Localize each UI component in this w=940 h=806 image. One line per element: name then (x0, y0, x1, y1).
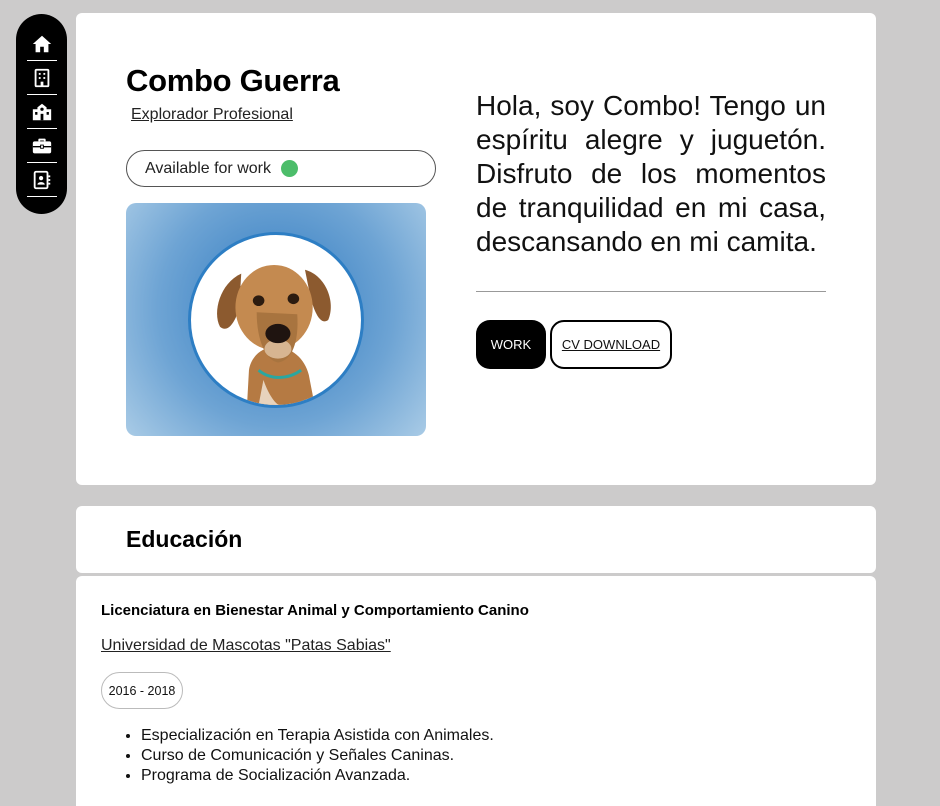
school-link[interactable]: Universidad de Mascotas "Patas Sabias" (101, 637, 391, 655)
list-item: Curso de Comunicación y Señales Caninas. (141, 746, 494, 766)
availability-badge: Available for work (126, 150, 436, 187)
profile-name: Combo Guerra (126, 63, 340, 98)
education-header-card: Educación (76, 506, 876, 573)
nav-contact[interactable] (26, 163, 57, 197)
years-badge: 2016 - 2018 (101, 672, 183, 709)
contact-book-icon (33, 170, 50, 189)
availability-label: Available for work (145, 159, 271, 177)
nav-work[interactable] (26, 129, 57, 163)
profile-role-link[interactable]: Explorador Profesional (131, 106, 293, 124)
nav-building[interactable] (26, 61, 57, 95)
nav-school[interactable] (26, 95, 57, 129)
school-icon (32, 103, 51, 120)
avatar (188, 231, 364, 408)
profile-card: Combo Guerra Explorador Profesional Avai… (76, 13, 876, 485)
education-highlights-list: Especialización en Terapia Asistida con … (121, 726, 494, 786)
building-icon (34, 68, 49, 87)
home-icon (32, 35, 51, 52)
education-entry-card: Licenciatura en Bienestar Animal y Compo… (76, 576, 876, 806)
sidebar-nav (16, 14, 67, 214)
dog-photo-image (217, 264, 331, 405)
list-item: Especialización en Terapia Asistida con … (141, 726, 494, 746)
education-title: Educación (126, 526, 243, 552)
profile-bio: Hola, soy Combo! Tengo un espíritu alegr… (476, 90, 826, 257)
nav-home[interactable] (26, 27, 57, 61)
work-button[interactable]: WORK (476, 320, 546, 369)
degree-title: Licenciatura en Bienestar Animal y Compo… (101, 602, 529, 619)
bio-divider (476, 291, 826, 292)
availability-dot-icon (280, 160, 298, 177)
briefcase-icon (32, 138, 51, 153)
profile-photo-frame (126, 203, 426, 436)
list-item: Programa de Socialización Avanzada. (141, 766, 494, 786)
cv-download-button[interactable]: CV DOWNLOAD (550, 320, 672, 369)
